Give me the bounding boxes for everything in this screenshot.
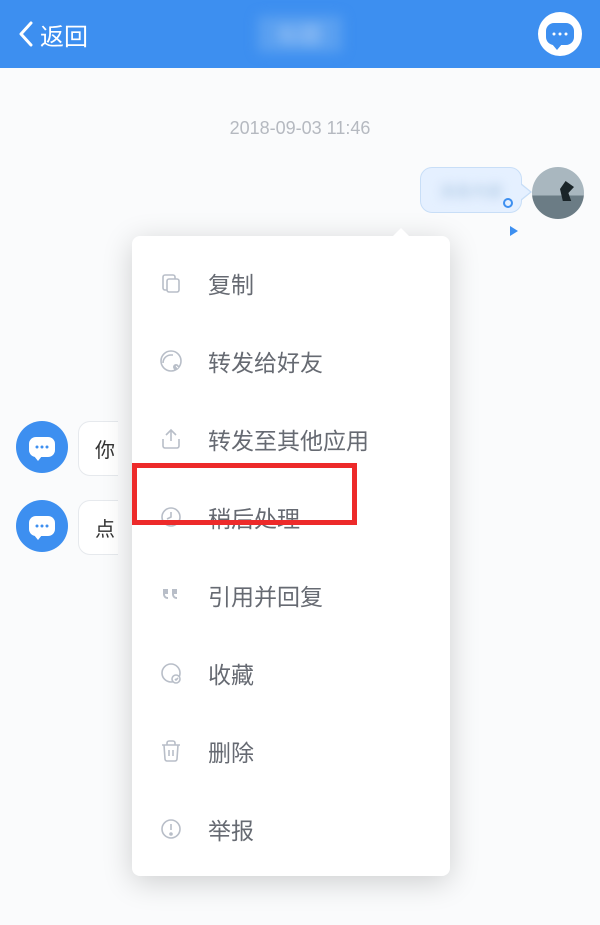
outgoing-message-bubble[interactable]: 消息内容 bbox=[420, 167, 522, 213]
self-avatar[interactable] bbox=[532, 167, 584, 219]
incoming-text: 你 bbox=[95, 440, 115, 462]
menu-label: 复制 bbox=[208, 266, 254, 300]
play-triangle-icon bbox=[510, 226, 518, 236]
conversation-title: 标题 bbox=[258, 16, 342, 52]
read-receipt-icon bbox=[503, 198, 513, 208]
trash-icon bbox=[158, 738, 184, 764]
forward-friend-icon bbox=[158, 348, 184, 374]
report-icon bbox=[158, 816, 184, 842]
menu-label: 收藏 bbox=[208, 656, 254, 690]
incoming-text: 点 bbox=[95, 519, 115, 541]
clock-icon bbox=[158, 504, 184, 530]
contact-avatar[interactable] bbox=[16, 421, 68, 473]
menu-label: 举报 bbox=[208, 812, 254, 846]
contact-avatar[interactable] bbox=[16, 500, 68, 552]
menu-item-copy[interactable]: 复制 bbox=[132, 244, 450, 322]
chat-bubble-icon bbox=[29, 516, 55, 536]
menu-item-forward-app[interactable]: 转发至其他应用 bbox=[132, 400, 450, 478]
incoming-message-bubble[interactable]: 你 bbox=[78, 421, 118, 476]
chat-bubble-icon bbox=[29, 437, 55, 457]
menu-label: 稍后处理 bbox=[208, 500, 300, 534]
back-label: 返回 bbox=[40, 17, 88, 52]
menu-item-report[interactable]: 举报 bbox=[132, 790, 450, 868]
menu-item-quote-reply[interactable]: 引用并回复 bbox=[132, 556, 450, 634]
contact-avatar-button[interactable] bbox=[538, 12, 582, 56]
bookmark-icon bbox=[158, 660, 184, 686]
menu-item-forward-friend[interactable]: 转发给好友 bbox=[132, 322, 450, 400]
chevron-left-icon bbox=[18, 21, 34, 47]
back-button[interactable]: 返回 bbox=[18, 17, 88, 52]
chat-bubble-icon bbox=[546, 23, 574, 45]
menu-label: 删除 bbox=[208, 734, 254, 768]
outgoing-text: 消息内容 bbox=[439, 184, 503, 201]
menu-label: 转发给好友 bbox=[208, 344, 323, 378]
menu-item-favorite[interactable]: 收藏 bbox=[132, 634, 450, 712]
quote-icon bbox=[158, 582, 184, 608]
incoming-message-bubble[interactable]: 点 bbox=[78, 500, 118, 555]
menu-item-later[interactable]: 稍后处理 bbox=[132, 478, 450, 556]
header-bar: 返回 标题 bbox=[0, 0, 600, 68]
copy-icon bbox=[158, 270, 184, 296]
context-menu: 复制 转发给好友 转发至其他应用 稍后处理 引用并回复 收藏 删除 bbox=[132, 236, 450, 876]
message-timestamp: 2018-09-03 11:46 bbox=[0, 118, 600, 139]
menu-item-delete[interactable]: 删除 bbox=[132, 712, 450, 790]
share-icon bbox=[158, 426, 184, 452]
outgoing-message-row: 消息内容 bbox=[0, 167, 600, 219]
menu-label: 引用并回复 bbox=[208, 578, 323, 612]
menu-label: 转发至其他应用 bbox=[208, 422, 369, 456]
